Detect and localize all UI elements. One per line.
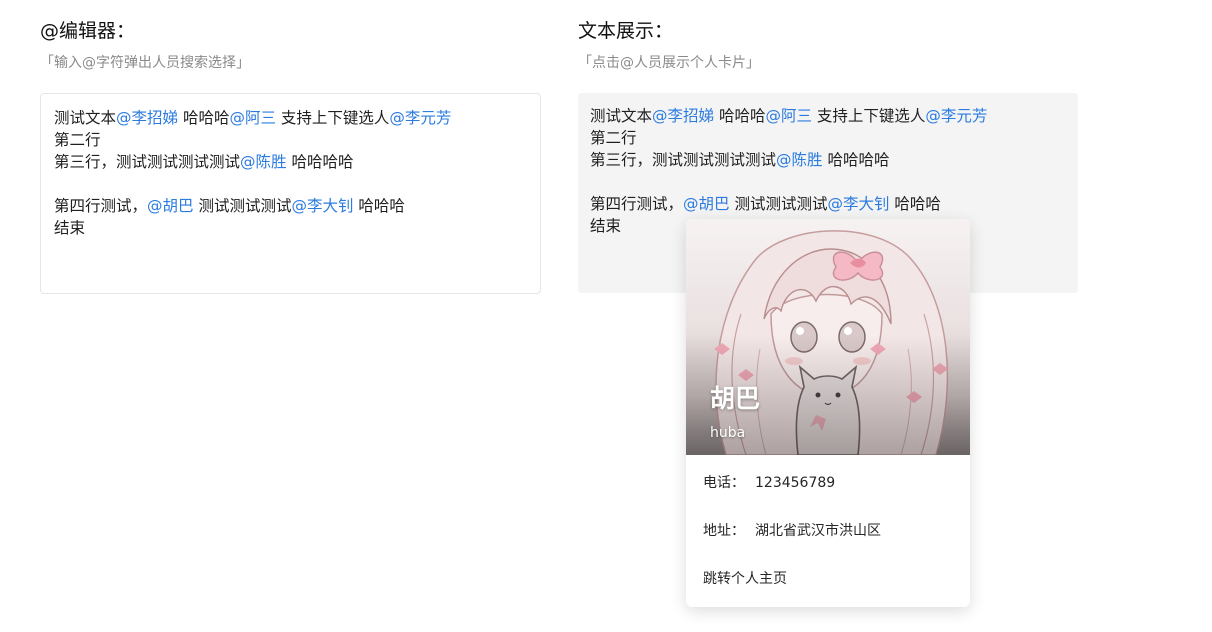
text-segment: 第二行: [54, 131, 101, 149]
mention-tag[interactable]: @李招娣: [652, 107, 714, 125]
text-segment: 测试文本: [590, 107, 653, 125]
text-line: [590, 171, 1068, 193]
text-line: 测试文本@李招娣 哈哈哈@阿三 支持上下键选人@李元芳: [590, 105, 1068, 127]
display-content: 测试文本@李招娣 哈哈哈@阿三 支持上下键选人@李元芳 第二行 第三行，测试测试测试…: [590, 105, 1068, 237]
mention-tag[interactable]: @胡巴: [147, 197, 194, 215]
text-segment: 哈哈哈: [178, 109, 230, 127]
text-segment: 测试文本: [54, 109, 117, 127]
text-line: 第四行测试，@胡巴 测试测试测试@李大钊 哈哈哈: [54, 195, 530, 217]
mention-tag[interactable]: @陈胜: [776, 151, 823, 169]
mention-tag[interactable]: @李大钊: [291, 197, 353, 215]
text-segment: 结束: [54, 219, 86, 237]
text-line: 第三行，测试测试测试测试@陈胜 哈哈哈哈: [54, 151, 530, 173]
editor-content[interactable]: 测试文本@李招娣 哈哈哈@阿三 支持上下键选人@李元芳 第二行 第三行，测试测试测试…: [54, 107, 530, 239]
text-line: 第二行: [54, 129, 530, 151]
text-line: [54, 173, 530, 195]
text-line: 第三行，测试测试测试测试@陈胜 哈哈哈哈: [590, 149, 1068, 171]
phone-label: 电话：: [703, 475, 745, 491]
editor-description: 「输入@字符弹出人员搜索选择」: [40, 55, 250, 71]
mention-tag[interactable]: @阿三: [229, 109, 276, 127]
profile-username: huba: [710, 425, 746, 441]
mention-tag[interactable]: @李招娣: [116, 109, 178, 127]
profile-card: 胡巴 huba 电话： 123456789 地址： 湖北省武汉市洪山区 跳转个人主页: [686, 219, 970, 607]
editor-title: @编辑器：: [40, 20, 136, 42]
profile-homepage-link[interactable]: 跳转个人主页: [703, 570, 787, 588]
text-segment: 哈哈哈: [714, 107, 766, 125]
text-segment: 第三行，测试测试测试测试: [54, 153, 241, 171]
display-title: 文本展示：: [578, 20, 674, 42]
text-segment: 哈哈哈哈: [822, 151, 890, 169]
display-description: 「点击@人员展示个人卡片」: [578, 55, 760, 71]
profile-address-row: 地址： 湖北省武汉市洪山区: [703, 522, 881, 540]
text-segment: 支持上下键选人: [811, 107, 926, 125]
text-segment: 结束: [590, 217, 622, 235]
page: @编辑器： 「输入@字符弹出人员搜索选择」 测试文本@李招娣 哈哈哈@阿三 支持…: [0, 0, 1212, 632]
text-segment: 第二行: [590, 129, 637, 147]
text-line: 第四行测试，@胡巴 测试测试测试@李大钊 哈哈哈: [590, 193, 1068, 215]
mention-tag[interactable]: @胡巴: [683, 195, 730, 213]
mention-editor[interactable]: 测试文本@李招娣 哈哈哈@阿三 支持上下键选人@李元芳 第二行 第三行，测试测试测试…: [40, 93, 541, 294]
text-segment: 哈哈哈: [353, 197, 405, 215]
text-segment: 哈哈哈: [889, 195, 941, 213]
profile-name: 胡巴: [710, 384, 761, 413]
profile-cover-image: 胡巴 huba: [686, 219, 970, 455]
text-segment: 哈哈哈哈: [286, 153, 354, 171]
mention-tag[interactable]: @李元芳: [389, 109, 451, 127]
phone-value: 123456789: [755, 475, 836, 491]
text-segment: 测试测试测试: [729, 195, 828, 213]
text-line: 第二行: [590, 127, 1068, 149]
text-segment: 支持上下键选人: [275, 109, 390, 127]
mention-tag[interactable]: @李元芳: [925, 107, 987, 125]
text-segment: 第三行，测试测试测试测试: [590, 151, 777, 169]
mention-tag[interactable]: @陈胜: [240, 153, 287, 171]
mention-tag[interactable]: @阿三: [765, 107, 812, 125]
address-label: 地址：: [703, 523, 745, 539]
text-line: 测试文本@李招娣 哈哈哈@阿三 支持上下键选人@李元芳: [54, 107, 530, 129]
text-segment: 测试测试测试: [193, 197, 292, 215]
address-value: 湖北省武汉市洪山区: [755, 523, 881, 539]
profile-phone-row: 电话： 123456789: [703, 474, 835, 492]
text-segment: 第四行测试，: [590, 195, 684, 213]
text-line: 结束: [54, 217, 530, 239]
mention-tag[interactable]: @李大钊: [827, 195, 889, 213]
text-segment: 第四行测试，: [54, 197, 148, 215]
